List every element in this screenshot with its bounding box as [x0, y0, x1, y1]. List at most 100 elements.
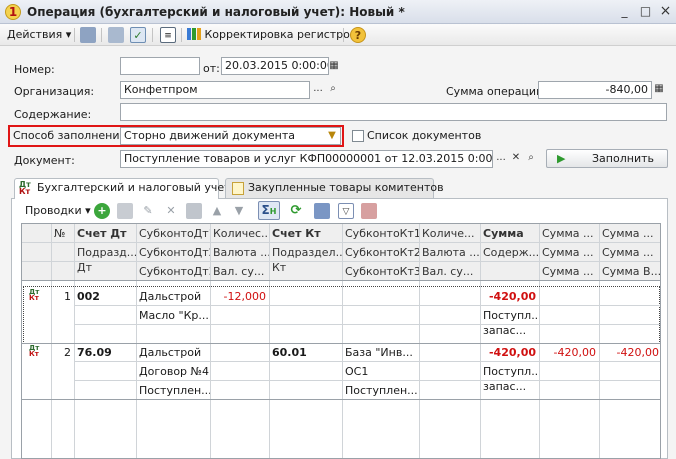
- row-number: 2: [64, 346, 71, 359]
- date-field[interactable]: 20.03.2015 0:00:00: [221, 57, 329, 75]
- select-ellipsis-button[interactable]: ...: [494, 150, 508, 166]
- filter-icon[interactable]: ▽: [338, 203, 354, 219]
- content-field[interactable]: [120, 103, 667, 121]
- subconto-kt3-cell[interactable]: [342, 325, 419, 344]
- sum-tax-cell[interactable]: [599, 287, 660, 306]
- select-ellipsis-button[interactable]: ...: [311, 81, 325, 97]
- column-header[interactable]: №: [51, 224, 74, 243]
- registers-adjust-button[interactable]: Корректировка регистров: [187, 26, 356, 44]
- sum-cell[interactable]: -420,00: [480, 343, 539, 362]
- column-header[interactable]: СубконтоКт2: [342, 243, 419, 262]
- clear-icon[interactable]: ✕: [509, 150, 523, 166]
- column-header[interactable]: СубконтоКт1: [342, 224, 419, 243]
- tab-commission-goods[interactable]: Закупленные товары комитентов: [225, 178, 444, 198]
- account-kt-cell[interactable]: [269, 287, 342, 306]
- column-header[interactable]: СубконтоДт1: [136, 224, 210, 243]
- move-up-icon[interactable]: ▲: [209, 203, 225, 219]
- column-header[interactable]: Количес...: [210, 224, 269, 243]
- subconto-dt3-cell[interactable]: Поступлен...: [136, 381, 210, 400]
- post-document-icon[interactable]: [80, 27, 96, 43]
- operation-sum-field[interactable]: -840,00: [538, 81, 652, 99]
- column-header[interactable]: Сумма: [480, 224, 539, 243]
- account-kt-cell[interactable]: 60.01: [269, 343, 342, 362]
- sum-currency-cell[interactable]: -420,00: [539, 343, 599, 362]
- column-header[interactable]: Счет Дт: [74, 224, 136, 243]
- subconto-kt1-cell[interactable]: База "Инв...: [342, 343, 419, 362]
- maximize-button[interactable]: □: [636, 3, 655, 20]
- quantity-dt-cell[interactable]: [210, 343, 269, 362]
- column-header[interactable]: Валюта ...: [210, 243, 269, 262]
- column-header[interactable]: Сумма ...: [539, 243, 599, 262]
- subconto-dt2-cell[interactable]: Договор №4: [136, 362, 210, 381]
- close-button[interactable]: ×: [656, 3, 675, 20]
- row-divider: [74, 361, 660, 362]
- postings-table: № Счет Дт СубконтоДт1 Количес... Счет Кт Субк…: [21, 223, 661, 459]
- account-dt-cell[interactable]: 002: [74, 287, 136, 306]
- column-header[interactable]: Вал. су...: [210, 262, 269, 281]
- column-header[interactable]: Сумма ...: [599, 243, 660, 262]
- tab-commission-goods-label: Закупленные товары комитентов: [248, 181, 444, 194]
- column-header[interactable]: Счет Кт: [269, 224, 342, 243]
- postings-menu[interactable]: Проводки ▾: [25, 202, 91, 220]
- sum-cell[interactable]: -420,00: [480, 287, 539, 306]
- document-list-checkbox[interactable]: [352, 130, 364, 142]
- chevron-down-icon: ▾: [65, 28, 72, 41]
- app-logo-icon: 1: [5, 4, 21, 20]
- delete-row-icon[interactable]: ✕: [163, 203, 179, 219]
- fill-button[interactable]: ▶ Заполнить: [546, 149, 668, 168]
- help-icon[interactable]: ?: [350, 27, 366, 43]
- move-down-icon[interactable]: ▼: [231, 203, 247, 219]
- print-form-icon[interactable]: ≡: [160, 27, 176, 43]
- dt-kt-swap-icon[interactable]: [314, 203, 330, 219]
- quantity-dt-cell[interactable]: -12,000: [210, 287, 269, 306]
- row-divider: [74, 305, 660, 306]
- column-header[interactable]: Сумма ...: [599, 224, 660, 243]
- refresh-icon[interactable]: ⟳: [288, 203, 304, 219]
- save-icon[interactable]: [186, 203, 202, 219]
- search-icon[interactable]: ⌕: [524, 150, 538, 166]
- add-row-icon[interactable]: +: [94, 203, 110, 219]
- sum-totals-icon[interactable]: ΣH: [258, 201, 280, 220]
- refresh-document-icon[interactable]: ✓: [130, 27, 146, 43]
- window-title: Операция (бухгалтерский и налоговый учет…: [27, 5, 405, 19]
- print-icon[interactable]: [361, 203, 377, 219]
- column-header[interactable]: Количе...: [419, 224, 480, 243]
- number-field[interactable]: [120, 57, 200, 75]
- subconto-kt3-cell[interactable]: Поступлен...: [342, 381, 419, 400]
- column-header[interactable]: Сумма В...: [599, 262, 660, 281]
- column-header[interactable]: Вал. су...: [419, 262, 480, 281]
- copy-icon[interactable]: [108, 27, 124, 43]
- calendar-icon[interactable]: ▦: [327, 58, 341, 74]
- copy-row-icon[interactable]: [117, 203, 133, 219]
- toolbar-separator: [101, 28, 102, 42]
- subconto-kt1-cell[interactable]: [342, 287, 419, 306]
- calculator-icon[interactable]: ▦: [652, 81, 666, 97]
- row-divider: [22, 261, 660, 262]
- edit-row-icon[interactable]: ✎: [140, 203, 156, 219]
- posting-icon: Дт Кт: [29, 288, 40, 302]
- sum-currency-cell[interactable]: [539, 287, 599, 306]
- subconto-kt2-cell[interactable]: [342, 306, 419, 325]
- row-divider: [22, 399, 660, 400]
- actions-menu[interactable]: Действия ▾: [7, 26, 71, 44]
- subconto-dt2-cell[interactable]: Масло "Кр...: [136, 306, 210, 325]
- search-icon[interactable]: ⌕: [326, 81, 340, 97]
- account-dt-cell[interactable]: 76.09: [74, 343, 136, 362]
- sum-tax-cell[interactable]: -420,00: [599, 343, 660, 362]
- column-header[interactable]: СубконтоДт2: [136, 243, 210, 262]
- column-header[interactable]: Содерж...: [480, 243, 539, 262]
- column-header[interactable]: СубконтоКт3: [342, 262, 419, 281]
- column-header[interactable]: Сумма ...: [539, 262, 599, 281]
- column-header[interactable]: Валюта ...: [419, 243, 480, 262]
- column-header[interactable]: Сумма ...: [539, 224, 599, 243]
- subconto-dt1-cell[interactable]: Дальстрой: [136, 343, 210, 362]
- minimize-button[interactable]: _: [615, 3, 634, 20]
- document-field[interactable]: Поступление товаров и услуг КФП00000001 …: [120, 150, 493, 168]
- column-header[interactable]: СубконтоДт3: [136, 262, 210, 281]
- organization-field[interactable]: Конфетпром: [120, 81, 310, 99]
- tab-accounting[interactable]: Дт Кт Бухгалтерский и налоговый учет: [14, 178, 231, 199]
- chevron-down-icon[interactable]: ▼: [325, 128, 339, 144]
- subconto-kt2-cell[interactable]: ОС1: [342, 362, 419, 381]
- subconto-dt1-cell[interactable]: Дальстрой: [136, 287, 210, 306]
- fill-method-select[interactable]: Сторно движений документа: [120, 127, 341, 145]
